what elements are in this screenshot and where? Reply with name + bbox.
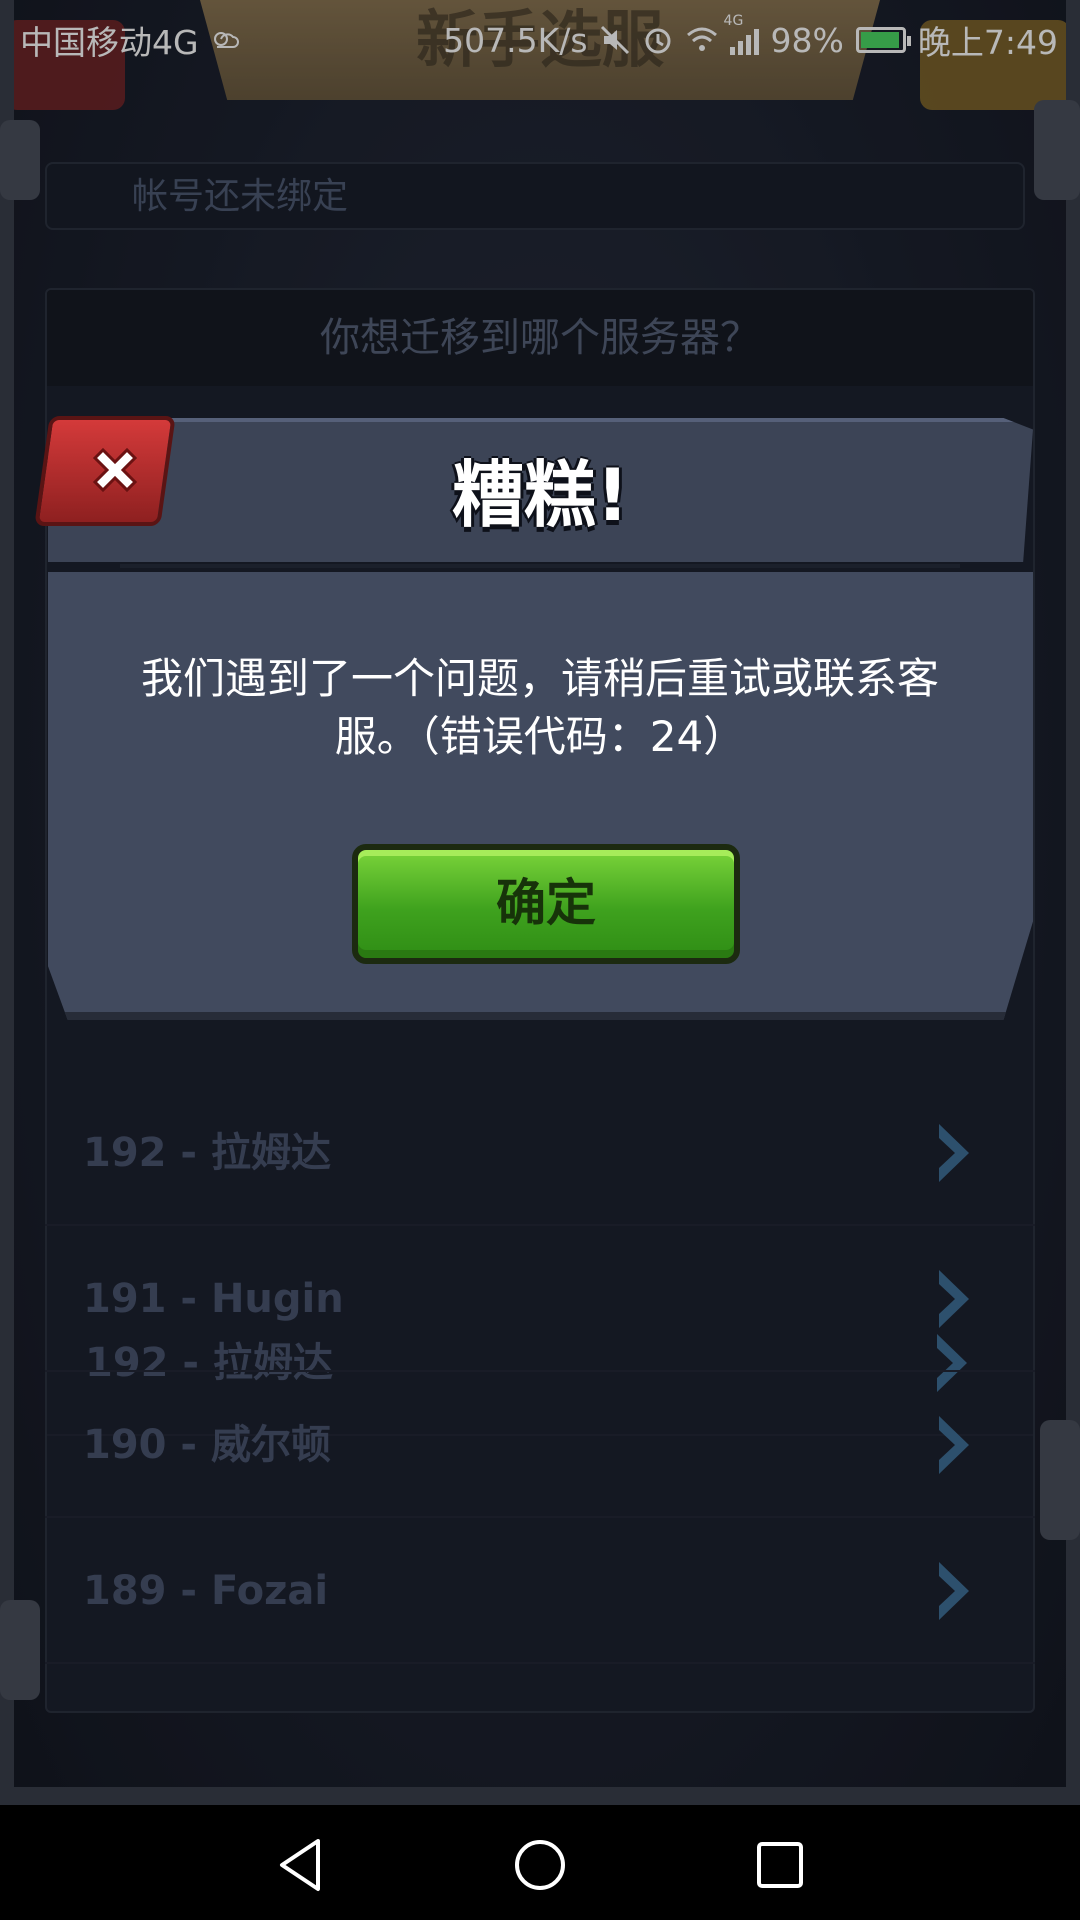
recents-icon[interactable] — [750, 1835, 810, 1895]
back-icon[interactable] — [270, 1835, 330, 1895]
game-screen: 新手选服 中国移动4G 507.5K/s 4G 98% 晚上7:49 帐号还未绑… — [0, 0, 1080, 1920]
dialog-message: 我们遇到了一个问题，请稍后重试或联系客服。（错误代码：24） — [140, 654, 939, 761]
dialog-divider — [120, 564, 960, 568]
ok-button[interactable]: 确定 — [352, 844, 740, 964]
dialog-title: 糟糕! — [452, 453, 629, 537]
home-icon[interactable] — [510, 1835, 570, 1895]
close-icon — [92, 447, 138, 493]
system-nav-bar — [0, 1805, 1080, 1920]
